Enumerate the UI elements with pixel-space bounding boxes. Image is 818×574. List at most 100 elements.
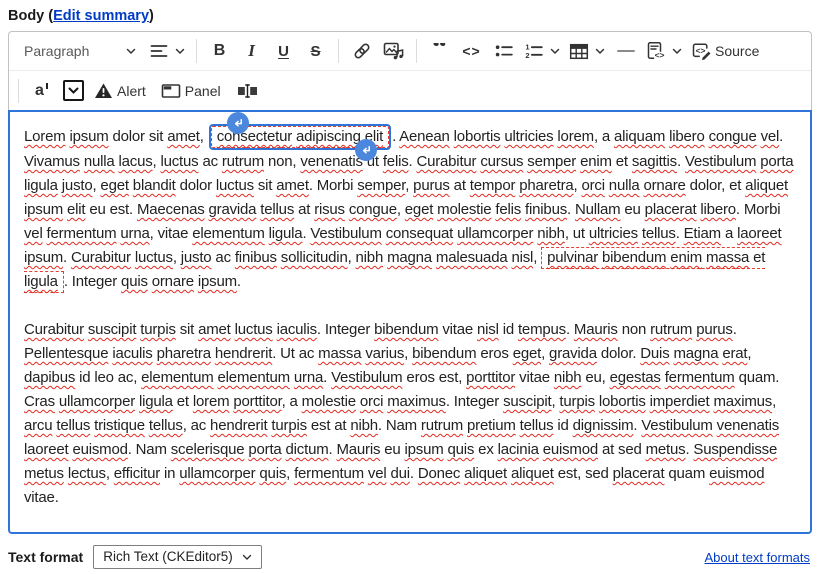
insert-inline-element-button[interactable] [232,76,263,106]
misspelled-word: purus [413,177,450,194]
text-format-select[interactable]: Rich Text (CKEditor5) [93,545,262,569]
misspelled-word: semper [357,177,406,194]
panel-button[interactable]: Panel [157,76,225,106]
misspelled-word: quis [447,441,475,458]
misspelled-word: aliquet [464,465,507,482]
inline-code-button[interactable]: <> [456,36,487,66]
misspelled-word: porttitor [466,369,516,386]
text-format-value: Rich Text (CKEditor5) [103,549,233,564]
paragraph-style-dropdown[interactable]: Paragraph [16,36,144,66]
superscript-icon: a [35,82,48,100]
misspelled-word: nisl [477,321,499,338]
misspelled-word: efficitur [113,465,161,482]
misspelled-word: nibh [553,369,582,386]
widget-drag-handle[interactable] [355,139,378,161]
misspelled-word: Suspendisse [693,441,778,458]
block-quote-button[interactable]: “ [424,36,455,66]
misspelled-word: lobortis [453,128,501,145]
misspelled-word: arcu [24,417,53,434]
bold-icon: B [213,42,226,59]
select-element-button[interactable] [58,76,89,106]
editor-content[interactable]: Lorem ipsum dolor sit amet, consectetur … [8,110,812,534]
chevron-down-icon [672,48,682,55]
misspelled-word: Curabitur [24,321,84,338]
misspelled-word: eget [404,201,434,218]
misspelled-word: iaculis [276,321,317,338]
chevron-down-icon [550,48,560,55]
source-editing-button[interactable]: <> Source [687,36,763,66]
paragraph[interactable]: Curabitur suscipit turpis sit amet luctu… [24,318,796,510]
link-icon [354,43,369,59]
italic-button[interactable]: I [236,36,267,66]
boxed-chevron-icon [63,80,84,101]
underline-button[interactable]: U [268,36,299,66]
insert-media-button[interactable] [378,36,409,66]
misspelled-word: tempor [469,177,516,194]
misspelled-word: turpis [140,321,176,338]
misspelled-word: urna [120,225,150,242]
chevron-down-icon [175,48,185,55]
misspelled-word: eget [512,345,542,362]
misspelled-word: elementum [141,369,214,386]
misspelled-word: ullamcorper [457,225,534,242]
misspelled-word: consequat [385,225,454,242]
code-block-dropdown[interactable]: <> [642,36,686,66]
insert-table-dropdown[interactable] [565,36,609,66]
misspelled-word: purus [696,321,733,338]
text-alignment-dropdown[interactable] [145,36,189,66]
misspelled-word: nibh [537,225,565,242]
misspelled-word: tristique [94,417,145,434]
paragraph[interactable]: Lorem ipsum dolor sit amet, consectetur … [24,112,796,294]
misspelled-word: libero [669,128,705,145]
misspelled-word: elit [66,201,86,218]
horizontal-line-button[interactable] [610,36,641,66]
misspelled-word: enim [580,153,612,170]
misspelled-word: orci [359,393,384,410]
misspelled-word: Nullam [574,201,621,218]
misspelled-word: maximus [387,393,446,410]
misspelled-word: amet [167,128,200,145]
link-button[interactable] [346,36,377,66]
misspelled-word: tempus [517,321,566,338]
about-text-formats-link[interactable]: About text formats [705,550,811,565]
source-label: Source [715,43,760,59]
misspelled-word: Vestibulum [641,417,713,434]
edit-summary-link[interactable]: Edit summary [53,8,149,24]
editor-toolbar: Paragraph B I U S <> 1 2 <> <> Source a … [8,31,812,110]
misspelled-word: molestie [301,393,356,410]
misspelled-word: euismod [542,441,598,458]
misspelled-word: justo [61,177,93,194]
underline-icon: U [278,42,289,60]
misspelled-word: amet [198,321,231,338]
toolbar-separator [338,39,339,63]
misspelled-word: Curabitur [70,249,131,266]
misspelled-word: pulvinar [547,249,599,266]
strikethrough-button[interactable]: S [300,36,331,66]
source-icon: <> [692,43,711,61]
widget-drag-handle[interactable] [226,112,249,134]
misspelled-word: Mauris [573,321,618,338]
toolbar-separator [416,39,417,63]
selected-inline-widget[interactable]: consectetur adipiscing elit [208,112,392,161]
misspelled-word: semper [527,153,577,170]
superscript-button[interactable]: a [26,76,57,106]
alert-button[interactable]: Alert [90,76,150,106]
misspelled-word: imperdiet [649,393,710,410]
misspelled-word: ipsum [69,128,109,145]
misspelled-word: varius [365,345,405,362]
body-field: Body (Edit summary) Paragraph B I U S <>… [0,0,818,569]
misspelled-word: nulla [83,153,115,170]
horizontal-line-icon [616,50,635,52]
misspelled-word: blandit [132,177,176,194]
misspelled-word: suscipit [87,321,137,338]
field-label-close: ) [149,8,154,24]
misspelled-word: laoreet [737,225,782,242]
bulleted-list-button[interactable] [488,36,519,66]
misspelled-word: Vestibulum [331,369,403,386]
misspelled-word: luctus [160,153,199,170]
misspelled-word: venenatis [716,417,780,434]
misspelled-word: ligula [268,225,303,242]
numbered-list-dropdown[interactable]: 12 [520,36,564,66]
bold-button[interactable]: B [204,36,235,66]
paragraph-style-label: Paragraph [24,43,90,59]
